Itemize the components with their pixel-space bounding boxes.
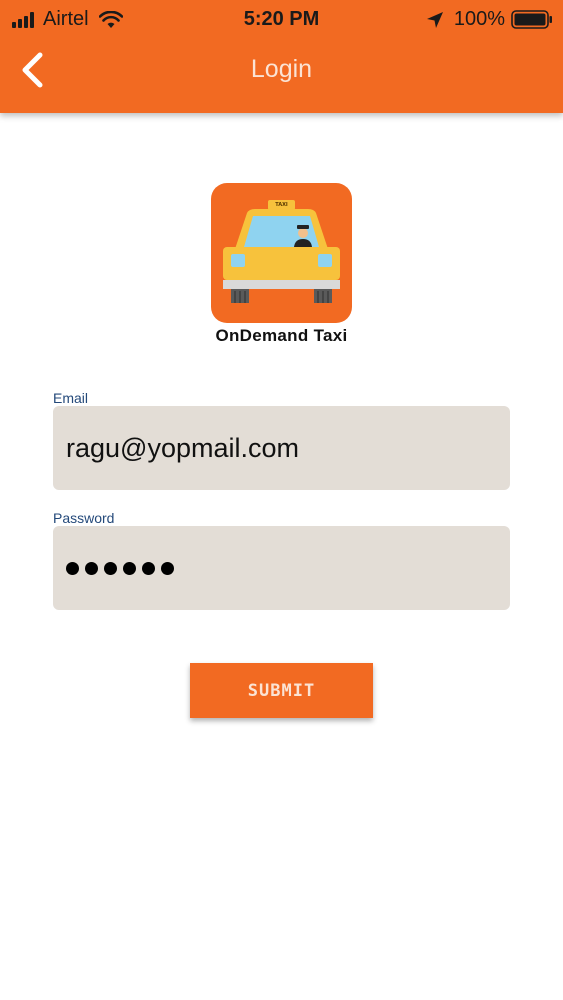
password-mask [66, 561, 180, 575]
status-bar: Airtel 5:20 PM 100% [0, 0, 563, 38]
password-dot [104, 561, 117, 575]
battery-percentage: 100% [453, 8, 505, 30]
app-logo: TAXI [211, 183, 352, 323]
password-dot [85, 561, 98, 575]
email-label: Email [53, 390, 89, 406]
password-dot [142, 561, 155, 575]
email-field[interactable] [66, 432, 510, 464]
submit-button[interactable]: SUBMIT [190, 663, 373, 718]
password-label: Password [53, 510, 115, 526]
password-dot [123, 561, 136, 575]
page-title: Login [250, 55, 313, 83]
email-field-container [53, 406, 510, 490]
password-field[interactable] [53, 526, 510, 610]
app-name: OnDemand Taxi [215, 326, 348, 345]
taxi-sign-text: TAXI [275, 202, 288, 208]
battery-icon [511, 10, 552, 29]
location-arrow-icon [426, 11, 443, 28]
app-header: Airtel 5:20 PM 100% Login [0, 0, 563, 113]
status-right: 100% [426, 8, 553, 31]
password-dot [161, 561, 174, 575]
password-dot [66, 561, 79, 575]
